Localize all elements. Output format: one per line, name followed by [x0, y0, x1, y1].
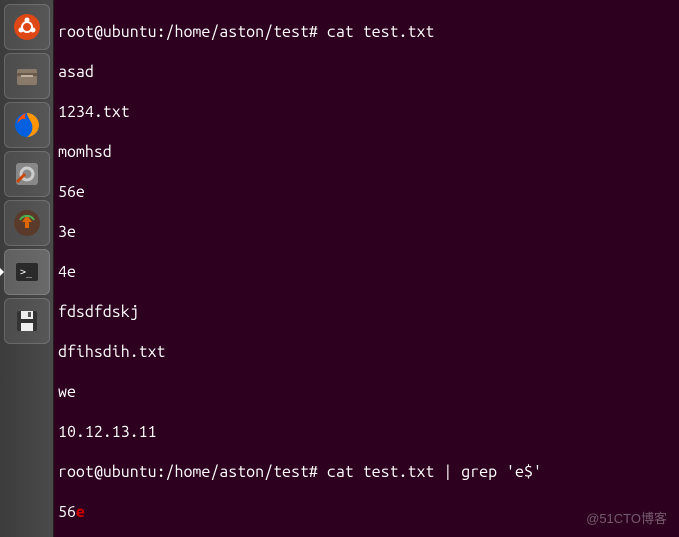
firefox-icon[interactable] [4, 102, 50, 148]
output-line: asad [58, 62, 675, 82]
terminal-icon[interactable]: >_ [4, 249, 50, 295]
output-line: we [58, 382, 675, 402]
output-line: 56e [58, 182, 675, 202]
output-line: 1234.txt [58, 102, 675, 122]
output-line: 10.12.13.11 [58, 422, 675, 442]
svg-text:>_: >_ [20, 267, 33, 278]
output-line: 3e [58, 222, 675, 242]
settings-icon[interactable] [4, 151, 50, 197]
grep-match: 56e [58, 502, 675, 522]
terminal[interactable]: root@ubuntu:/home/aston/test# cat test.t… [54, 0, 679, 537]
dash-icon[interactable] [4, 4, 50, 50]
prompt: root@ubuntu:/home/aston/test# [58, 463, 318, 481]
prompt: root@ubuntu:/home/aston/test# [58, 23, 318, 41]
files-icon[interactable] [4, 53, 50, 99]
launcher: >_ [0, 0, 54, 537]
command-1: cat test.txt [327, 23, 435, 41]
command-2: cat test.txt | grep 'e$' [327, 463, 542, 481]
updater-icon[interactable] [4, 200, 50, 246]
output-line: fdsdfdskj [58, 302, 675, 322]
output-line: dfihsdih.txt [58, 342, 675, 362]
output-line: 4e [58, 262, 675, 282]
output-line: momhsd [58, 142, 675, 162]
watermark: @51CTO博客 [586, 508, 667, 527]
save-icon[interactable] [4, 298, 50, 344]
